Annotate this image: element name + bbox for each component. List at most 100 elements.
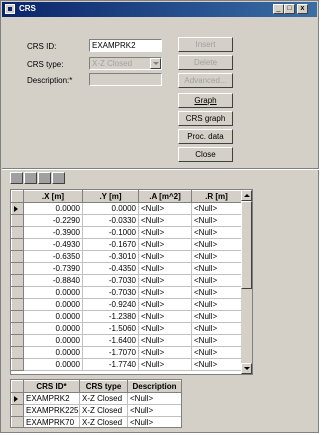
- table-row[interactable]: -0.3900 -0.1000 <Null> <Null>: [11, 226, 242, 239]
- table-cell[interactable]: -0.1670: [82, 238, 139, 251]
- table-cell[interactable]: <Null>: [191, 310, 242, 323]
- table-cell[interactable]: X-Z Closed: [79, 416, 128, 427]
- grid-icon[interactable]: [10, 172, 23, 184]
- close-button[interactable]: Close: [178, 147, 233, 162]
- table-cell[interactable]: <Null>: [191, 334, 242, 347]
- maximize-button[interactable]: □: [284, 4, 295, 14]
- row-selector[interactable]: [11, 214, 24, 227]
- table-row[interactable]: 0.0000 -1.5060 <Null> <Null>: [11, 322, 242, 335]
- table-cell[interactable]: 0.0000: [23, 346, 83, 359]
- column-header-crs-type[interactable]: CRS type: [79, 380, 128, 393]
- table-cell[interactable]: <Null>: [138, 358, 192, 371]
- move-down-icon[interactable]: [52, 172, 65, 184]
- table-cell[interactable]: <Null>: [138, 202, 192, 215]
- table-cell[interactable]: -0.7030: [82, 274, 139, 287]
- table-cell[interactable]: 0.0000: [23, 286, 83, 299]
- table-cell[interactable]: -0.3900: [23, 226, 83, 239]
- table-cell[interactable]: <Null>: [138, 214, 192, 227]
- table-cell[interactable]: EXAMPRK225: [23, 404, 80, 417]
- insert-button[interactable]: Insert: [178, 37, 233, 52]
- table-cell[interactable]: 0.0000: [23, 310, 83, 323]
- points-grid[interactable]: .X [m] .Y [m] .A [m^2] .R [m] 0.0000 0.00…: [10, 189, 253, 375]
- scroll-up-icon[interactable]: [241, 190, 252, 201]
- table-cell[interactable]: -1.5060: [82, 322, 139, 335]
- table-cell[interactable]: <Null>: [191, 214, 242, 227]
- row-selector[interactable]: [11, 202, 24, 215]
- column-header-y[interactable]: .Y [m]: [82, 190, 139, 203]
- column-header-crs-id[interactable]: CRS ID*: [23, 380, 80, 393]
- table-cell[interactable]: <Null>: [127, 392, 181, 405]
- column-header-description[interactable]: Description: [127, 380, 181, 393]
- table-cell[interactable]: <Null>: [191, 346, 242, 359]
- table-cell[interactable]: <Null>: [191, 274, 242, 287]
- table-cell[interactable]: 0.0000: [23, 322, 83, 335]
- table-cell[interactable]: <Null>: [138, 250, 192, 263]
- column-header-x[interactable]: .X [m]: [23, 190, 83, 203]
- table-cell[interactable]: <Null>: [191, 238, 242, 251]
- row-selector[interactable]: [11, 358, 24, 371]
- table-cell[interactable]: <Null>: [138, 226, 192, 239]
- table-cell[interactable]: -0.7030: [82, 286, 139, 299]
- scroll-down-icon[interactable]: [241, 363, 252, 374]
- table-cell[interactable]: X-Z Closed: [79, 404, 128, 417]
- table-cell[interactable]: <Null>: [127, 416, 181, 427]
- table-row[interactable]: 0.0000 -1.6400 <Null> <Null>: [11, 334, 242, 347]
- table-row[interactable]: EXAMPRK225 X-Z Closed <Null>: [11, 404, 181, 417]
- table-row[interactable]: 0.0000 -1.7740 <Null> <Null>: [11, 358, 242, 371]
- row-selector[interactable]: [11, 346, 24, 359]
- table-cell[interactable]: EXAMPRK70: [23, 416, 80, 427]
- crs-id-field[interactable]: EXAMPRK2: [89, 39, 162, 52]
- table-cell[interactable]: <Null>: [191, 226, 242, 239]
- row-selector[interactable]: [11, 298, 24, 311]
- row-selector[interactable]: [11, 392, 24, 405]
- table-cell[interactable]: 0.0000: [23, 298, 83, 311]
- description-field[interactable]: [89, 73, 162, 86]
- table-cell[interactable]: 0.0000: [23, 358, 83, 371]
- table-cell[interactable]: 0.0000: [23, 334, 83, 347]
- table-cell[interactable]: <Null>: [127, 404, 181, 417]
- table-cell[interactable]: -0.4930: [23, 238, 83, 251]
- advanced-button[interactable]: Advanced...: [178, 73, 233, 88]
- row-selector[interactable]: [11, 334, 24, 347]
- table-cell[interactable]: EXAMPRK2: [23, 392, 80, 405]
- table-row[interactable]: EXAMPRK2 X-Z Closed <Null>: [11, 392, 181, 405]
- close-window-button[interactable]: x: [297, 4, 308, 14]
- table-cell[interactable]: -0.1000: [82, 226, 139, 239]
- table-row[interactable]: 0.0000 -0.7030 <Null> <Null>: [11, 286, 242, 299]
- table-cell[interactable]: <Null>: [138, 238, 192, 251]
- table-row[interactable]: 0.0000 -1.2380 <Null> <Null>: [11, 310, 242, 323]
- table-cell[interactable]: 0.0000: [82, 202, 139, 215]
- crs-type-select[interactable]: X-Z Closed: [89, 57, 162, 70]
- row-selector[interactable]: [11, 250, 24, 263]
- table-cell[interactable]: <Null>: [138, 322, 192, 335]
- table-cell[interactable]: -0.6350: [23, 250, 83, 263]
- table-cell[interactable]: <Null>: [191, 322, 242, 335]
- row-selector[interactable]: [11, 226, 24, 239]
- table-cell[interactable]: <Null>: [191, 298, 242, 311]
- crs-graph-button[interactable]: CRS graph: [178, 111, 233, 126]
- row-selector[interactable]: [11, 322, 24, 335]
- table-cell[interactable]: -0.9240: [82, 298, 139, 311]
- table-row[interactable]: 0.0000 -0.9240 <Null> <Null>: [11, 298, 242, 311]
- table-cell[interactable]: <Null>: [191, 250, 242, 263]
- row-selector[interactable]: [11, 416, 24, 427]
- minimize-button[interactable]: _: [273, 4, 284, 14]
- table-cell[interactable]: <Null>: [138, 346, 192, 359]
- delete-row-icon[interactable]: [24, 172, 37, 184]
- row-selector[interactable]: [11, 238, 24, 251]
- table-cell[interactable]: -0.0330: [82, 214, 139, 227]
- points-scrollbar[interactable]: [241, 190, 252, 374]
- table-cell[interactable]: -1.2380: [82, 310, 139, 323]
- table-cell[interactable]: X-Z Closed: [79, 392, 128, 405]
- scroll-thumb[interactable]: [241, 201, 252, 289]
- table-cell[interactable]: -1.6400: [82, 334, 139, 347]
- table-cell[interactable]: -1.7740: [82, 358, 139, 371]
- table-cell[interactable]: <Null>: [191, 286, 242, 299]
- move-up-icon[interactable]: [38, 172, 51, 184]
- table-row[interactable]: 0.0000 0.0000 <Null> <Null>: [11, 202, 242, 215]
- table-cell[interactable]: -1.7070: [82, 346, 139, 359]
- delete-button[interactable]: Delete: [178, 55, 233, 70]
- row-selector[interactable]: [11, 262, 24, 275]
- row-selector[interactable]: [11, 274, 24, 287]
- table-cell[interactable]: -0.4350: [82, 262, 139, 275]
